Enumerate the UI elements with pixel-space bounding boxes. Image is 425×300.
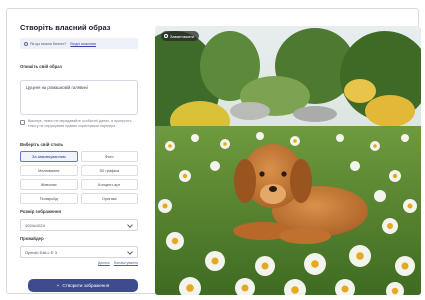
describe-label: Опишіть свій образ	[20, 64, 62, 69]
generate-button[interactable]: + Створити зображення	[28, 279, 138, 292]
generate-button-label: Створити зображення	[62, 283, 110, 288]
chevron-down-icon	[127, 222, 133, 228]
app-frame: Створіть власний образ Як що можна бачит…	[6, 8, 421, 295]
style-grid: За замовчуванням Фото Малювання 3D графі…	[20, 151, 138, 204]
provider-value: OpenAI DALL·E 3	[25, 249, 58, 255]
image-badge[interactable]: Завантажити	[161, 31, 200, 41]
consent-checkbox[interactable]	[20, 120, 25, 125]
helper-links: Далеко Налаштування	[20, 261, 138, 265]
info-notice: Як що можна бачити? Вхідні можлива	[20, 38, 138, 49]
style-option[interactable]: 3D графіка	[80, 165, 138, 176]
generator-panel: Створіть власний образ Як що можна бачит…	[20, 22, 138, 292]
size-select[interactable]: 1024x1024	[20, 219, 138, 231]
provider-label: Провайдер	[20, 236, 44, 241]
consent-row: Виконує, певно не передавайте особистої …	[20, 119, 138, 129]
plus-icon: +	[56, 283, 60, 288]
style-option[interactable]: Концепт-арт	[80, 179, 138, 190]
style-option[interactable]: Малювання	[20, 165, 78, 176]
helper-link-one[interactable]: Далеко	[98, 261, 110, 265]
notice-text: Як що можна бачити?	[30, 41, 67, 46]
size-label: Розмір зображення	[20, 209, 61, 214]
style-option[interactable]: Оригамі	[80, 193, 138, 204]
puppy-meadow-image	[155, 26, 421, 295]
style-option[interactable]: Фото	[80, 151, 138, 162]
consent-text: Виконує, певно не передавайте особистої …	[28, 119, 132, 128]
notice-link[interactable]: Вхідні можлива	[70, 42, 96, 46]
prompt-input[interactable]: Цуценя на ромашковій галявині	[20, 80, 138, 115]
style-option[interactable]: Поларойд	[20, 193, 78, 204]
style-option[interactable]: Живопис	[20, 179, 78, 190]
image-badge-label: Завантажити	[170, 33, 195, 39]
info-icon	[24, 41, 28, 46]
helper-link-two[interactable]: Налаштування	[114, 261, 138, 265]
provider-select[interactable]: OpenAI DALL·E 3	[20, 246, 138, 258]
style-option[interactable]: За замовчуванням	[20, 151, 78, 162]
generated-image[interactable]: Завантажити	[155, 26, 421, 295]
download-icon	[164, 34, 168, 38]
chevron-down-icon	[127, 249, 133, 255]
style-label: Виберіть свій стиль	[20, 142, 64, 147]
size-value: 1024x1024	[25, 222, 45, 228]
page-title: Створіть власний образ	[20, 23, 111, 32]
